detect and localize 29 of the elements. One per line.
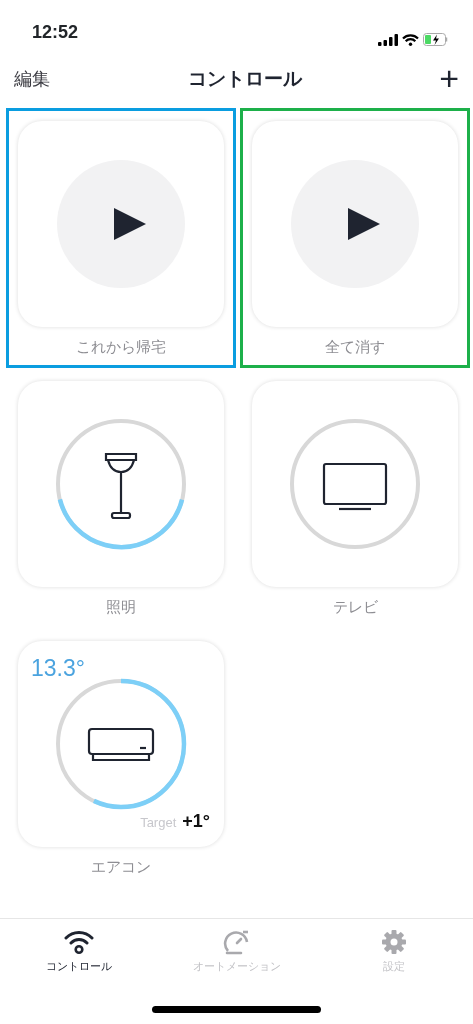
air-conditioner-icon [87,727,155,762]
tab-item[interactable]: コントロール [0,919,158,976]
play-icon [291,160,419,288]
wifi-icon [63,929,94,955]
edit-button[interactable]: 編集 [14,64,50,92]
screen-title: コントロール [187,65,302,91]
signal-icon [378,33,398,46]
floor-lamp-icon [104,452,138,520]
gauge-icon [222,929,251,955]
status-time: 12:52 [32,21,79,44]
battery-icon [423,33,449,46]
add-button[interactable]: + [439,61,459,95]
tile-label: これから帰宅 [76,337,166,358]
device-tile[interactable] [18,381,224,587]
device-tile[interactable]: 13.3° Target +1° [18,641,224,847]
device-tile[interactable] [252,381,458,587]
tile-label: エアコン [91,857,151,878]
tile-label: 照明 [106,597,136,618]
tile-label: テレビ [332,597,378,618]
tile-label: 全て消す [325,337,385,358]
target-label: Target [140,814,177,832]
device-tile[interactable] [18,121,224,327]
tv-icon [322,462,388,511]
wifi-icon [402,33,419,46]
settings-icon [381,929,408,955]
temperature-reading: 13.3° [31,657,85,680]
target-value: +1° [182,810,210,833]
device-tile[interactable] [252,121,458,327]
play-icon [57,160,185,288]
